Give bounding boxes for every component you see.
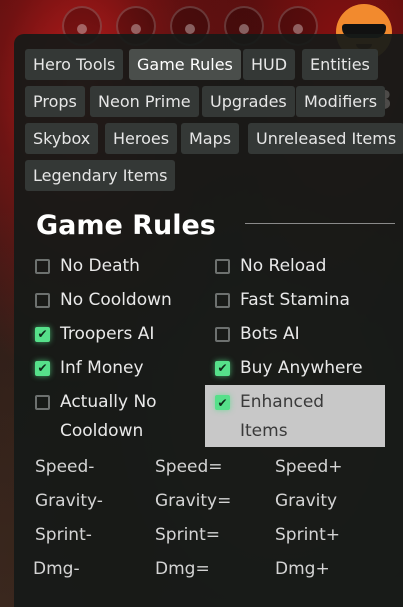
- checkbox-label: No Death: [60, 256, 140, 276]
- checkbox-box[interactable]: [35, 292, 50, 308]
- tab-hero-tools[interactable]: Hero Tools: [25, 49, 124, 80]
- tab-upgrades[interactable]: Upgrades: [202, 86, 295, 117]
- gravity-reset-button[interactable]: Gravity=: [155, 491, 231, 511]
- checkbox-enhanced-items[interactable]: ✔ Enhanced Items: [215, 388, 324, 446]
- checkbox-box[interactable]: [35, 395, 50, 410]
- speed-increase-button[interactable]: Speed+: [275, 457, 343, 477]
- checkbox-label: Troopers AI: [60, 324, 155, 344]
- checkbox-label: Inf Money: [60, 358, 144, 378]
- checkbox-bots-ai[interactable]: Bots AI: [215, 324, 300, 344]
- checkbox-label-line: Items: [240, 421, 288, 441]
- tab-hud[interactable]: HUD: [243, 49, 296, 80]
- speed-decrease-button[interactable]: Speed-: [35, 457, 94, 477]
- sprint-reset-button[interactable]: Sprint=: [155, 525, 220, 545]
- checkbox-label-line: Cooldown: [60, 421, 144, 441]
- checkbox-actually-no-cooldown[interactable]: Actually No Cooldown: [35, 388, 157, 446]
- checkbox-label: Actually No Cooldown: [60, 388, 157, 446]
- section-title: Game Rules: [36, 210, 216, 241]
- tab-neon-prime[interactable]: Neon Prime: [90, 86, 199, 117]
- checkbox-buy-anywhere[interactable]: ✔ Buy Anywhere: [215, 358, 363, 378]
- tab-modifiers[interactable]: Modifiers: [296, 86, 386, 117]
- checkmark-icon: ✔: [37, 327, 48, 341]
- checkmark-icon: ✔: [217, 361, 228, 375]
- checkmark-icon: ✔: [37, 361, 48, 375]
- gravity-decrease-button[interactable]: Gravity-: [35, 491, 103, 511]
- divider: [245, 223, 395, 224]
- tab-game-rules[interactable]: Game Rules: [129, 49, 241, 80]
- checkbox-box[interactable]: [35, 258, 50, 274]
- checkbox-no-death[interactable]: No Death: [35, 256, 140, 276]
- checkbox-inf-money[interactable]: ✔ Inf Money: [35, 358, 144, 378]
- checkbox-box[interactable]: [215, 326, 230, 342]
- dmg-decrease-button[interactable]: Dmg-: [33, 559, 80, 579]
- checkbox-no-cooldown[interactable]: No Cooldown: [35, 290, 172, 310]
- checkbox-label: No Cooldown: [60, 290, 172, 310]
- checkbox-label: Buy Anywhere: [240, 358, 363, 378]
- checkbox-label: Fast Stamina: [240, 290, 350, 310]
- mod-menu-panel: [14, 34, 403, 607]
- checkbox-box[interactable]: ✔: [215, 395, 230, 410]
- checkbox-no-reload[interactable]: No Reload: [215, 256, 326, 276]
- sprint-decrease-button[interactable]: Sprint-: [35, 525, 92, 545]
- checkbox-label-line: Actually No: [60, 392, 157, 412]
- checkbox-box[interactable]: ✔: [35, 326, 50, 342]
- sprint-increase-button[interactable]: Sprint+: [275, 525, 340, 545]
- checkbox-box[interactable]: [215, 258, 230, 274]
- dmg-reset-button[interactable]: Dmg=: [155, 559, 210, 579]
- tab-props[interactable]: Props: [25, 86, 85, 117]
- checkbox-label: Enhanced Items: [240, 388, 324, 446]
- tab-unreleased-items[interactable]: Unreleased Items: [248, 123, 403, 154]
- checkbox-fast-stamina[interactable]: Fast Stamina: [215, 290, 350, 310]
- speed-reset-button[interactable]: Speed=: [155, 457, 223, 477]
- checkmark-icon: ✔: [217, 395, 228, 410]
- tab-legendary-items[interactable]: Legendary Items: [25, 160, 176, 191]
- checkbox-box[interactable]: ✔: [35, 360, 50, 376]
- checkbox-box[interactable]: ✔: [215, 360, 230, 376]
- tab-heroes[interactable]: Heroes: [105, 123, 178, 154]
- tab-maps[interactable]: Maps: [181, 123, 240, 154]
- checkbox-label: Bots AI: [240, 324, 300, 344]
- checkbox-box[interactable]: [215, 292, 230, 308]
- checkbox-label-line: Enhanced: [240, 392, 325, 412]
- tab-skybox[interactable]: Skybox: [25, 123, 99, 154]
- tab-entities[interactable]: Entities: [302, 49, 378, 80]
- gravity-button[interactable]: Gravity: [275, 491, 337, 511]
- checkbox-label: No Reload: [240, 256, 327, 276]
- dmg-increase-button[interactable]: Dmg+: [275, 559, 330, 579]
- checkbox-troopers-ai[interactable]: ✔ Troopers AI: [35, 324, 154, 344]
